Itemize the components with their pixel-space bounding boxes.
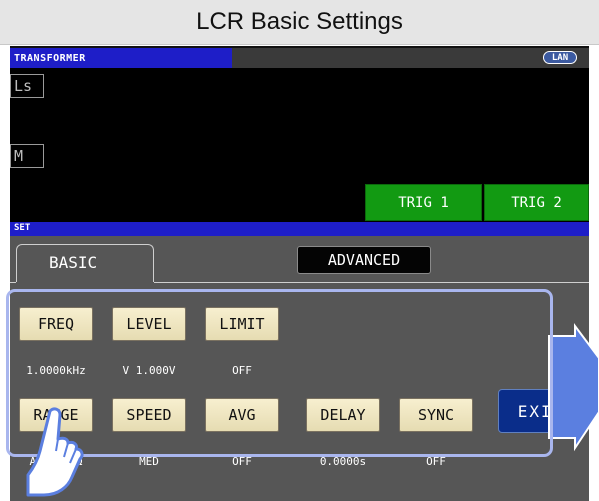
pointing-hand-icon — [26, 407, 84, 497]
highlight-frame — [6, 289, 553, 457]
